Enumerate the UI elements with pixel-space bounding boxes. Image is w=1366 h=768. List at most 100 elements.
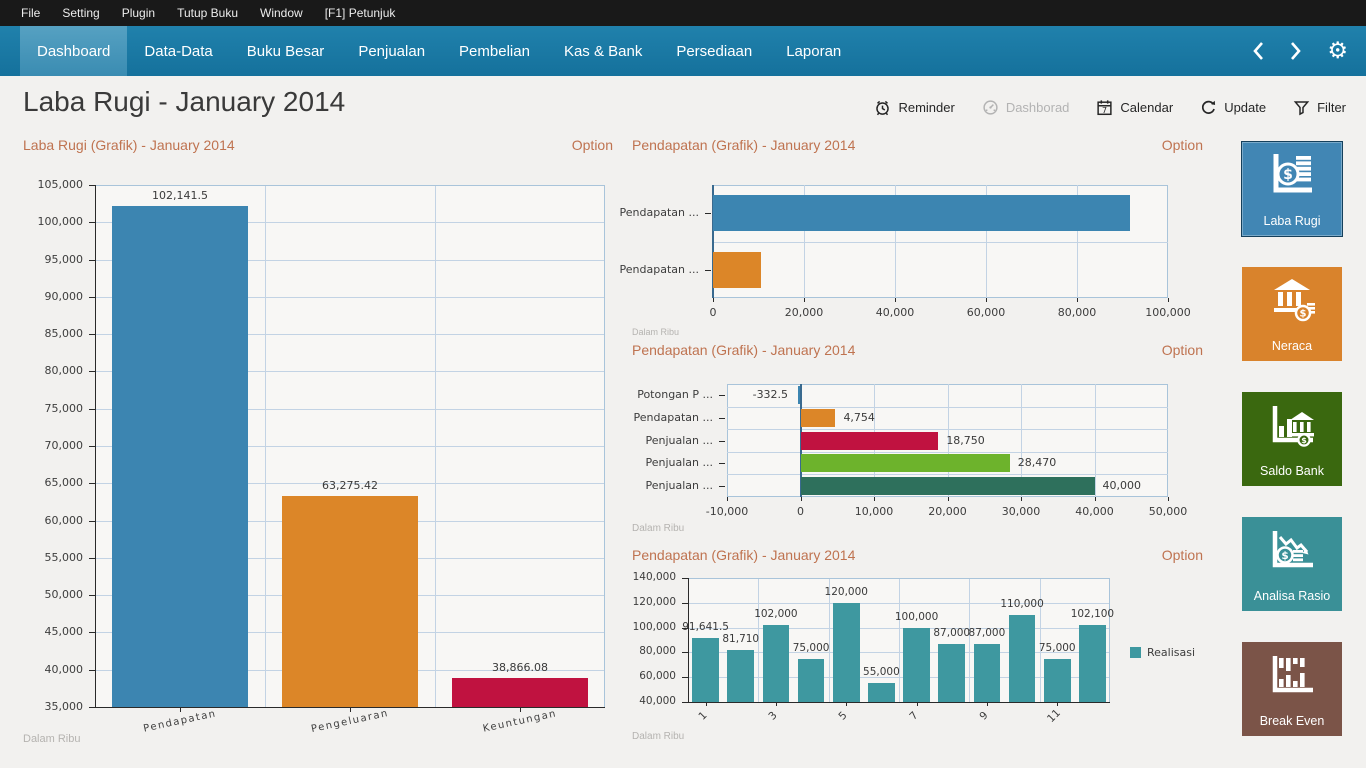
chart-pendapatan-grafik-2: Pendapatan (Grafik) - January 2014 Optio… xyxy=(632,342,1203,547)
menu-item-file[interactable]: File xyxy=(10,0,51,26)
bar-9[interactable] xyxy=(974,644,1001,702)
toolbar-button-label: Reminder xyxy=(898,100,954,115)
update-button[interactable]: Update xyxy=(1200,99,1266,116)
bar-1[interactable] xyxy=(692,638,719,702)
menu-item-plugin[interactable]: Plugin xyxy=(111,0,166,26)
chart-title: Laba Rugi (Grafik) - January 2014 xyxy=(23,137,235,153)
y-category-label: Pendapatan ... xyxy=(619,263,699,276)
y-tick-label: 60,000 xyxy=(616,670,676,682)
bar-pengeluaran[interactable] xyxy=(282,496,418,707)
bar-10[interactable] xyxy=(1009,615,1036,702)
bar-11[interactable] xyxy=(1044,659,1071,702)
y-tickmark xyxy=(719,486,725,487)
nav-tab-dashboard[interactable]: Dashboard xyxy=(20,26,127,76)
y-tick-label: 105,000 xyxy=(17,178,83,191)
y-tick-label: 90,000 xyxy=(17,290,83,303)
bar-2[interactable] xyxy=(727,650,754,702)
plot-border-right xyxy=(1167,384,1168,497)
tile-laba-rugi[interactable]: $ Laba Rugi xyxy=(1242,142,1342,236)
bar-penjualan-3[interactable] xyxy=(801,432,939,450)
tile-analisa-rasio[interactable]: $Analisa Rasio xyxy=(1242,517,1342,611)
calendar-button[interactable]: 7Calendar xyxy=(1096,99,1173,116)
chart-option-link[interactable]: Option xyxy=(572,137,613,153)
nav-tab-persediaan[interactable]: Persediaan xyxy=(659,26,769,76)
bar-7[interactable] xyxy=(903,628,930,702)
alarm-clock-icon xyxy=(874,99,891,116)
bar-penjualan-5[interactable] xyxy=(801,477,1095,495)
bar-3[interactable] xyxy=(763,625,790,702)
bar-pendapatan[interactable] xyxy=(112,206,248,707)
funnel-icon xyxy=(1293,99,1310,116)
toolbar-button-label: Filter xyxy=(1317,100,1346,115)
chart-footnote: Dalam Ribu xyxy=(632,327,679,337)
chart-title: Pendapatan (Grafik) - January 2014 xyxy=(632,547,855,563)
tile-break-even[interactable]: Break Even xyxy=(1242,642,1342,736)
bar-5[interactable] xyxy=(833,603,860,702)
y-tickmark xyxy=(719,463,725,464)
tile-saldo-bank[interactable]: $Saldo Bank xyxy=(1242,392,1342,486)
nav-tab-pembelian[interactable]: Pembelian xyxy=(442,26,547,76)
x-tickmark xyxy=(1021,497,1022,501)
v-gridline xyxy=(1040,578,1041,702)
x-axis xyxy=(688,702,1110,704)
bar-12[interactable] xyxy=(1079,625,1106,702)
nav-bar: DashboardData-DataBuku BesarPenjualanPem… xyxy=(0,26,1366,76)
y-tick-label: 45,000 xyxy=(17,625,83,638)
bar-value-label: -332.5 xyxy=(716,388,788,401)
bars-bank-icon: $ xyxy=(1242,400,1342,450)
chart-option-link[interactable]: Option xyxy=(1162,342,1203,358)
bar-6[interactable] xyxy=(868,683,895,702)
tile-label: Laba Rugi xyxy=(1242,214,1342,228)
tile-label: Break Even xyxy=(1242,714,1342,728)
reminder-button[interactable]: Reminder xyxy=(874,99,954,116)
bar-value-label: 120,000 xyxy=(786,586,906,598)
nav-tab-penjualan[interactable]: Penjualan xyxy=(341,26,442,76)
tile-neraca[interactable]: $ Neraca xyxy=(1242,267,1342,361)
chevron-left-icon[interactable] xyxy=(1251,41,1265,61)
x-tick-label: 60,000 xyxy=(941,306,1031,319)
plot-border-top xyxy=(688,578,1110,579)
bar-value-label: 91,641.5 xyxy=(646,621,766,633)
bar-value-label: 4,754 xyxy=(843,411,875,424)
bar-pendapatan-2[interactable] xyxy=(801,409,836,427)
bar-penjualan-4[interactable] xyxy=(801,454,1010,472)
gear-icon[interactable]: ⚙ xyxy=(1327,40,1348,63)
chevron-right-icon[interactable] xyxy=(1289,41,1303,61)
nav-tab-buku-besar[interactable]: Buku Besar xyxy=(230,26,342,76)
menu-item-f1-petunjuk[interactable]: [F1] Petunjuk xyxy=(314,0,407,26)
chart-coin-icon: $ xyxy=(1242,150,1342,200)
nav-tab-data-data[interactable]: Data-Data xyxy=(127,26,229,76)
y-tick-label: 35,000 xyxy=(17,700,83,713)
v-gridline xyxy=(265,185,266,707)
menu-item-setting[interactable]: Setting xyxy=(51,0,110,26)
bar-keuntungan[interactable] xyxy=(452,678,588,707)
bar-4[interactable] xyxy=(798,659,825,702)
bar-8[interactable] xyxy=(938,644,965,702)
x-tickmark xyxy=(895,298,896,302)
dashborad-button[interactable]: Dashborad xyxy=(982,99,1070,116)
chart-option-link[interactable]: Option xyxy=(1162,547,1203,563)
nav-tab-laporan[interactable]: Laporan xyxy=(769,26,858,76)
bar-potongan-p-1[interactable] xyxy=(798,386,800,404)
y-tickmark xyxy=(719,418,725,419)
menu-item-tutup-buku[interactable]: Tutup Buku xyxy=(166,0,249,26)
bar-pendapatan-2[interactable] xyxy=(713,252,761,288)
nav-tab-kas-bank[interactable]: Kas & Bank xyxy=(547,26,659,76)
v-gridline xyxy=(969,578,970,702)
toolbar-button-label: Dashborad xyxy=(1006,100,1070,115)
chart-plot: 35,00040,00045,00050,00055,00060,00065,0… xyxy=(95,185,605,707)
svg-text:$: $ xyxy=(1300,309,1307,320)
chart-option-link[interactable]: Option xyxy=(1162,137,1203,153)
y-category-label: Pendapatan ... xyxy=(619,206,699,219)
tile-label: Neraca xyxy=(1242,339,1342,353)
y-tickmark xyxy=(705,213,711,214)
y-category-label: Pendapatan ... xyxy=(625,411,713,424)
plot-border-right xyxy=(604,185,605,707)
x-tick-label: 9 xyxy=(969,701,999,731)
x-tick-label: 40,000 xyxy=(850,306,940,319)
filter-button[interactable]: Filter xyxy=(1293,99,1346,116)
x-tickmark xyxy=(727,497,728,501)
bar-pendapatan-1[interactable] xyxy=(713,195,1130,231)
x-tickmark xyxy=(986,298,987,302)
menu-item-window[interactable]: Window xyxy=(249,0,314,26)
